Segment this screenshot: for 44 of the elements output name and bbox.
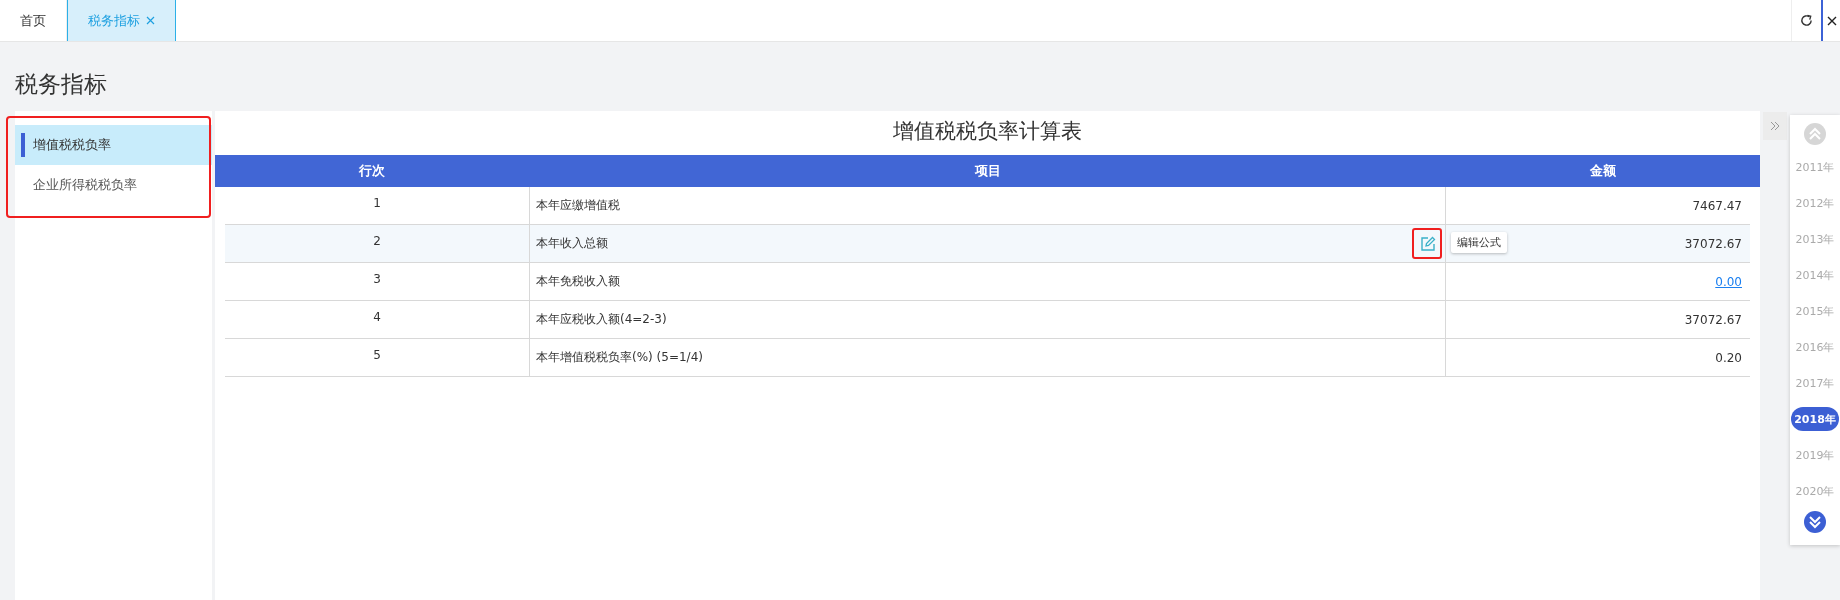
column-header: 项目 <box>973 162 1002 180</box>
table-cell: 本年应缴增值税 <box>536 197 620 214</box>
year-item[interactable]: 2019年 <box>1792 443 1838 467</box>
year-item[interactable]: 2014年 <box>1792 263 1838 287</box>
double-chevron-up-icon <box>1804 123 1826 145</box>
double-chevron-down-icon <box>1804 511 1826 533</box>
column-header: 金额 <box>1589 162 1617 180</box>
scroll-down-button[interactable] <box>1803 511 1827 535</box>
table-cell: 37072.67 <box>1684 236 1742 251</box>
sidebar-item[interactable]: 增值税税负率 <box>15 125 212 165</box>
year-item[interactable]: 2018年 <box>1791 407 1839 431</box>
table-cell-text: 5 <box>372 346 382 364</box>
year-item[interactable]: 2020年 <box>1792 479 1838 503</box>
close-icon <box>1826 15 1837 26</box>
column-header: 行次 <box>358 162 386 180</box>
close-icon[interactable] <box>146 16 155 25</box>
double-chevron-right-icon <box>1770 121 1780 131</box>
year-item[interactable]: 2017年 <box>1792 371 1838 395</box>
year-item[interactable]: 2015年 <box>1792 299 1838 323</box>
table-cell: 本年增值税税负率(%) (5=1/4) <box>536 349 703 366</box>
tooltip: 编辑公式 <box>1451 232 1507 253</box>
table-cell: 本年收入总额 <box>536 235 608 252</box>
refresh-button[interactable] <box>1791 0 1823 41</box>
year-item[interactable]: 2013年 <box>1792 227 1838 251</box>
amount-link[interactable]: 0.00 <box>1715 274 1742 289</box>
table-title: 增值税税负率计算表 <box>892 118 1083 145</box>
scroll-up-button[interactable] <box>1803 123 1827 147</box>
table-cell: 7467.47 <box>1692 198 1742 213</box>
table-cell: 本年免税收入额 <box>536 273 620 290</box>
table-cell: 本年应税收入额(4=2-3) <box>536 311 667 328</box>
table-cell-text: 1 <box>372 194 382 212</box>
tab[interactable]: 税务指标 <box>67 0 176 41</box>
page-title: 税务指标 <box>15 70 107 99</box>
year-item[interactable]: 2012年 <box>1792 191 1838 215</box>
year-item[interactable]: 2016年 <box>1792 335 1838 359</box>
table-cell: 37072.67 <box>1684 312 1742 327</box>
expand-button[interactable] <box>1763 112 1787 140</box>
refresh-icon <box>1800 14 1813 27</box>
year-item[interactable]: 2011年 <box>1792 155 1838 179</box>
table-cell-text: 3 <box>372 270 382 288</box>
table-cell: 0.20 <box>1715 350 1742 365</box>
table-cell-text: 4 <box>372 308 382 326</box>
table-cell-text: 2 <box>372 232 382 250</box>
pencil-square-icon <box>1419 235 1436 252</box>
